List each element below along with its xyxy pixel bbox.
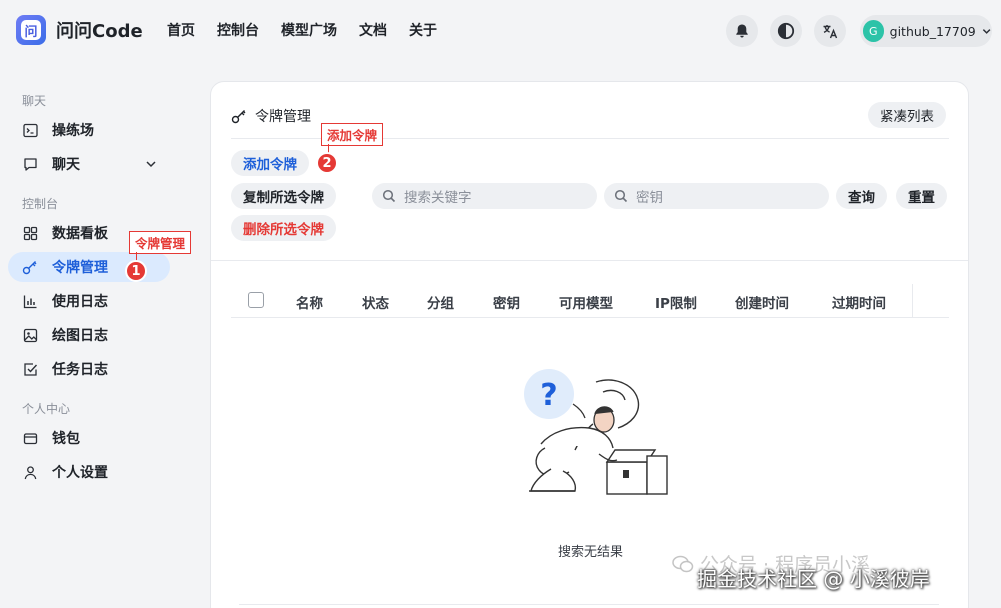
main-nav: 首页 控制台 模型广场 文档 关于 <box>167 20 459 40</box>
sidebar-item-label: 令牌管理 <box>52 260 108 276</box>
nav-model-square[interactable]: 模型广场 <box>281 20 337 40</box>
sidebar: 聊天 操练场 聊天 控制台 数据看板 令牌管理 使用日志 绘图日志 任务日志 个… <box>0 60 200 608</box>
column-expire-time[interactable]: 过期时间 <box>832 292 886 312</box>
empty-state-illustration: ? <box>524 369 668 495</box>
column-status[interactable]: 状态 <box>362 292 389 312</box>
sidebar-group-chat: 聊天 <box>22 94 47 108</box>
sidebar-item-label: 使用日志 <box>52 294 108 310</box>
chevron-down-icon <box>982 29 991 34</box>
user-icon <box>22 464 38 480</box>
column-group[interactable]: 分组 <box>427 292 454 312</box>
chat-icon <box>22 156 38 172</box>
moon-icon <box>777 22 795 40</box>
sidebar-group-console: 控制台 <box>22 197 59 211</box>
select-all-checkbox[interactable] <box>248 292 264 308</box>
sidebar-item-chat[interactable]: 聊天 <box>8 149 170 179</box>
column-separator <box>912 284 913 318</box>
search-keyword-placeholder: 搜索关键字 <box>404 190 472 206</box>
add-token-button[interactable]: 添加令牌 <box>231 150 309 176</box>
sidebar-item-task-log[interactable]: 任务日志 <box>8 354 170 384</box>
search-keyword-input[interactable]: 搜索关键字 <box>372 183 597 209</box>
sidebar-item-label: 任务日志 <box>52 362 108 378</box>
wallet-icon <box>22 430 38 446</box>
sidebar-item-usage-log[interactable]: 使用日志 <box>8 286 170 316</box>
sidebar-item-label: 钱包 <box>52 431 80 447</box>
sidebar-item-wallet[interactable]: 钱包 <box>8 423 170 453</box>
sidebar-item-label: 数据看板 <box>52 226 108 242</box>
copy-selected-tokens-button[interactable]: 复制所选令牌 <box>231 183 336 209</box>
sidebar-item-playground[interactable]: 操练场 <box>8 115 170 145</box>
sidebar-item-label: 操练场 <box>52 123 94 139</box>
terminal-icon <box>22 122 38 138</box>
user-name: github_17709 <box>889 23 976 39</box>
nav-about[interactable]: 关于 <box>409 20 437 40</box>
reset-button[interactable]: 重置 <box>896 183 947 209</box>
brand-name[interactable]: 问问Code <box>56 17 143 43</box>
notification-button[interactable] <box>726 15 758 47</box>
user-menu-button[interactable]: G github_17709 <box>860 15 992 47</box>
column-key[interactable]: 密钥 <box>493 292 520 312</box>
search-icon <box>382 189 396 203</box>
sidebar-group-personal: 个人中心 <box>22 402 71 416</box>
nav-docs[interactable]: 文档 <box>359 20 387 40</box>
language-button[interactable] <box>814 15 846 47</box>
delete-selected-tokens-button[interactable]: 删除所选令牌 <box>231 215 336 241</box>
column-name[interactable]: 名称 <box>296 292 323 312</box>
svg-text:?: ? <box>540 378 557 413</box>
page-title: 令牌管理 <box>255 109 311 125</box>
toolbar-divider <box>211 260 968 261</box>
card-header: 令牌管理 <box>231 106 311 126</box>
annotation-badge-1: 1 <box>125 260 147 282</box>
task-icon <box>22 361 38 377</box>
sidebar-item-label: 聊天 <box>52 157 80 173</box>
chevron-down-icon[interactable] <box>144 157 158 171</box>
sidebar-item-personal-settings[interactable]: 个人设置 <box>8 457 170 487</box>
dashboard-icon <box>22 225 38 241</box>
nav-home[interactable]: 首页 <box>167 20 195 40</box>
nav-console[interactable]: 控制台 <box>217 20 259 40</box>
annotation-callout-2: 添加令牌 <box>321 123 384 146</box>
bar-chart-icon <box>22 293 38 309</box>
key-icon <box>22 259 38 275</box>
column-available-models[interactable]: 可用模型 <box>559 292 613 312</box>
avatar: G <box>863 20 884 42</box>
watermark-juejin: 掘金技术社区 @ 小溪彼岸 <box>697 567 930 591</box>
logo-glyph: 问 <box>21 20 41 40</box>
sidebar-item-label: 绘图日志 <box>52 328 108 344</box>
annotation-badge-2: 2 <box>316 152 338 174</box>
top-bar: 问 问问Code 首页 控制台 模型广场 文档 关于 G github_1770… <box>0 0 1001 60</box>
bell-icon <box>736 24 748 38</box>
compact-list-toggle[interactable]: 紧凑列表 <box>868 102 946 128</box>
search-key-placeholder: 密钥 <box>636 190 663 206</box>
wechat-icon <box>672 555 694 572</box>
annotation-callout-1: 令牌管理 <box>129 231 192 254</box>
column-created-time[interactable]: 创建时间 <box>735 292 789 312</box>
column-ip-limit[interactable]: IP限制 <box>655 292 697 312</box>
sidebar-item-drawing-log[interactable]: 绘图日志 <box>8 320 170 350</box>
search-icon <box>614 189 628 203</box>
app-logo[interactable]: 问 <box>16 15 46 45</box>
search-key-input[interactable]: 密钥 <box>604 183 829 209</box>
table-footer-divider <box>239 604 939 605</box>
image-icon <box>22 327 38 343</box>
theme-toggle-button[interactable] <box>770 15 802 47</box>
table-header: 名称 状态 分组 密钥 可用模型 IP限制 创建时间 过期时间 <box>231 284 949 318</box>
sidebar-item-label: 个人设置 <box>52 465 108 481</box>
query-button[interactable]: 查询 <box>836 183 887 209</box>
translate-icon <box>823 24 837 38</box>
key-icon <box>231 110 246 124</box>
